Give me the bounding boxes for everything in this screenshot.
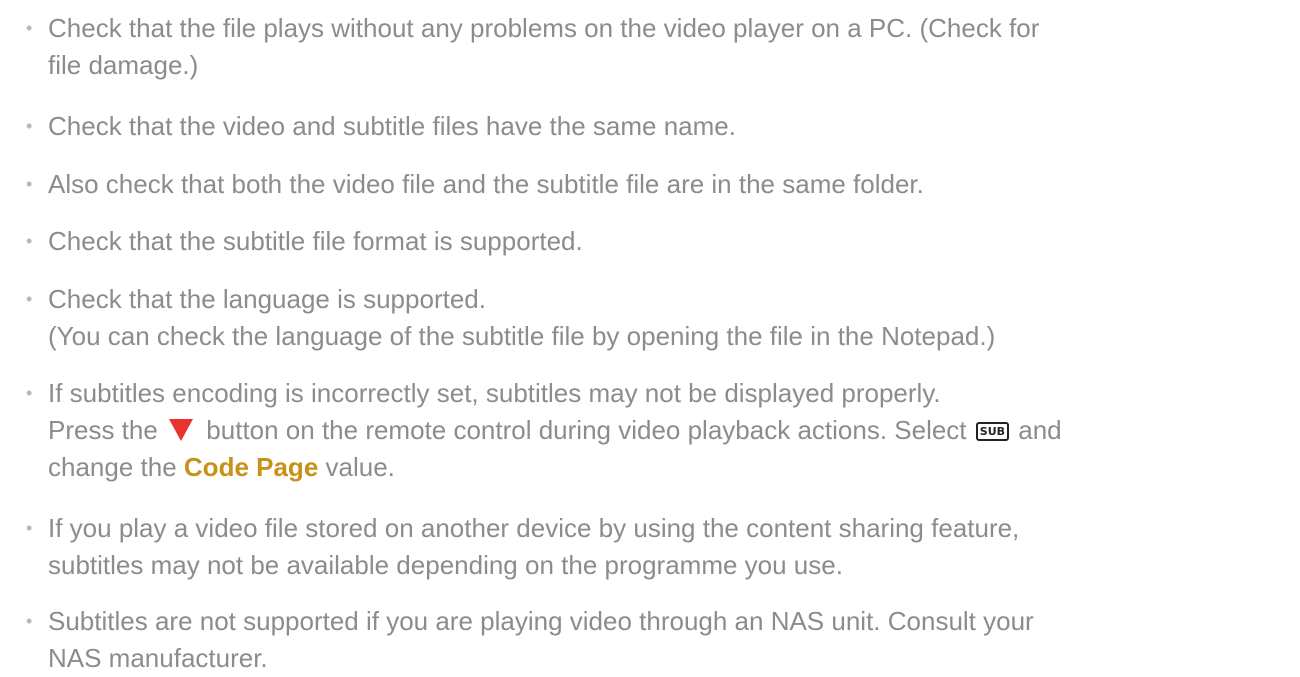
- tip-text-line: (You can check the language of the subti…: [48, 321, 996, 351]
- tip-text-line: If subtitles encoding is incorrectly set…: [48, 378, 941, 408]
- tip-text-fragment: value.: [325, 452, 395, 482]
- tip-item-language-supported: • Check that the language is supported. …: [26, 281, 1278, 355]
- tip-text-line: file damage.): [48, 50, 199, 80]
- bullet: •: [26, 518, 33, 538]
- tip-text-line: Check that the video and subtitle files …: [48, 111, 736, 141]
- bullet: •: [26, 611, 33, 631]
- tip-text-line: Check that the file plays without any pr…: [48, 13, 1040, 43]
- tip-text-line: If you play a video file stored on anoth…: [48, 513, 1020, 543]
- tip-item-format-supported: • Check that the subtitle file format is…: [26, 223, 1278, 260]
- bullet: •: [26, 383, 33, 403]
- tip-text-fragment: button on the remote control during vide…: [206, 415, 967, 445]
- tip-item-nas-unit: • Subtitles are not supported if you are…: [26, 603, 1278, 677]
- tip-item-same-folder: • Also check that both the video file an…: [26, 166, 1278, 203]
- tip-text-line: Also check that both the video file and …: [48, 169, 924, 199]
- tip-item-content-sharing: • If you play a video file stored on ano…: [26, 510, 1278, 584]
- down-triangle-icon: [169, 419, 194, 441]
- tip-text-line: Subtitles are not supported if you are p…: [48, 606, 1034, 636]
- bullet: •: [26, 231, 33, 251]
- tip-item-same-name: • Check that the video and subtitle file…: [26, 108, 1278, 145]
- code-page-label: Code Page: [183, 452, 319, 482]
- tip-text-line: Check that the subtitle file format is s…: [48, 226, 583, 256]
- tip-text-fragment: change the: [48, 452, 177, 482]
- tip-text-line: subtitles may not be available depending…: [48, 550, 843, 580]
- tip-text-line: Press the button on the remote control d…: [48, 412, 1278, 449]
- bullet: •: [26, 18, 33, 38]
- tip-text-line: change the Code Page value.: [48, 449, 1278, 486]
- tip-item-encoding: • If subtitles encoding is incorrectly s…: [26, 375, 1278, 486]
- tip-text-line: Check that the language is supported.: [48, 284, 486, 314]
- bullet: •: [26, 116, 33, 136]
- bullet: •: [26, 289, 33, 309]
- tip-item-file-damage: • Check that the file plays without any …: [26, 10, 1278, 84]
- subtitle-troubleshooting-list-page: • Check that the file plays without any …: [0, 0, 1300, 673]
- tip-text-fragment: and: [1018, 415, 1062, 445]
- bullet: •: [26, 174, 33, 194]
- sub-key-icon: SUB: [975, 422, 1010, 441]
- tip-text-line: NAS manufacturer.: [48, 643, 268, 673]
- tip-text-fragment: Press the: [48, 415, 158, 445]
